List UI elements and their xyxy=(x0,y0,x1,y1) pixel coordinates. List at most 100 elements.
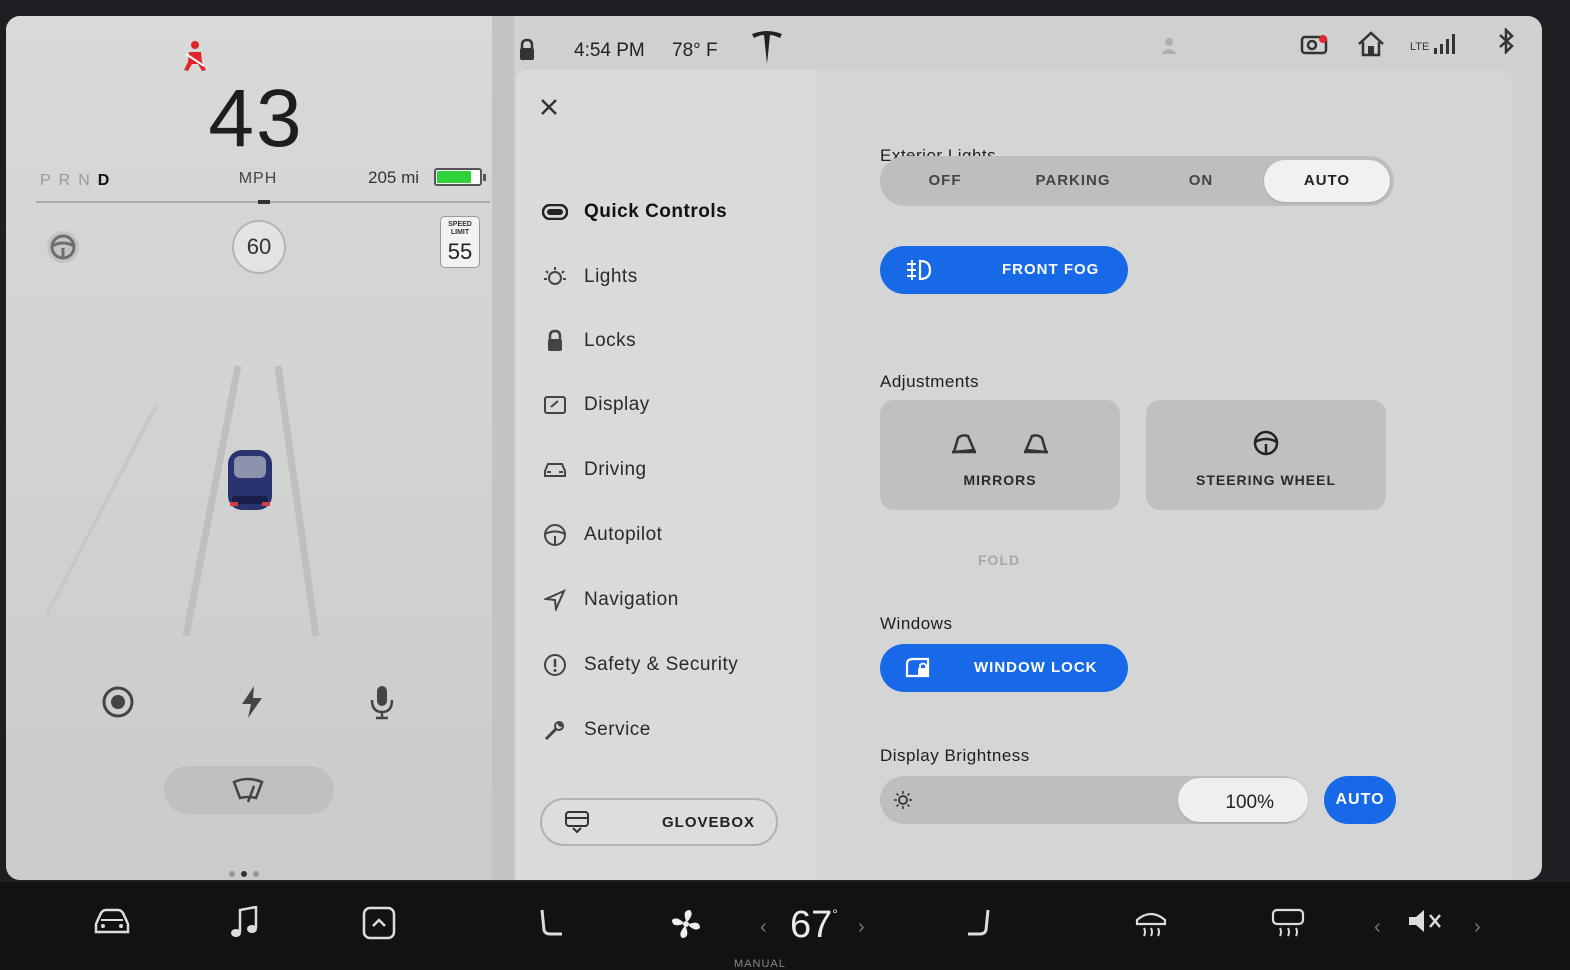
profile-icon xyxy=(1161,38,1177,54)
camera-lens-icon[interactable] xyxy=(98,682,138,722)
menu-item-navigation[interactable]: Navigation xyxy=(540,580,810,620)
fan-icon[interactable] xyxy=(668,906,704,942)
set-speed-indicator[interactable]: 60 xyxy=(232,220,286,274)
car-icon[interactable] xyxy=(92,906,132,938)
close-icon[interactable] xyxy=(538,96,560,118)
wiper-button[interactable] xyxy=(164,766,334,814)
mirrors-button[interactable]: MIRRORS xyxy=(880,400,1120,510)
steering-wheel-icon xyxy=(540,523,570,547)
climate-mode: MANUAL xyxy=(734,958,786,970)
menu-label: Safety & Security xyxy=(584,654,739,675)
menu-item-locks[interactable]: Locks xyxy=(540,321,810,361)
menu-label: Quick Controls xyxy=(584,201,728,222)
menu-label: Driving xyxy=(584,459,647,480)
settings-modal: Quick Controls Lights Locks Display Driv… xyxy=(516,70,1512,880)
battery-fill xyxy=(437,171,471,183)
driver-seat-heater-icon[interactable] xyxy=(534,906,568,942)
lights-option-on[interactable]: ON xyxy=(1136,160,1266,202)
fog-light-icon xyxy=(907,259,932,281)
driver-profile[interactable] xyxy=(1160,36,1178,58)
brightness-auto-button[interactable]: AUTO xyxy=(1324,776,1396,824)
app-launcher-icon[interactable] xyxy=(362,906,396,940)
car-icon xyxy=(540,458,570,482)
menu-item-autopilot[interactable]: Autopilot xyxy=(540,515,810,555)
passenger-seat-heater-icon[interactable] xyxy=(962,906,996,942)
mute-icon[interactable] xyxy=(1406,906,1446,936)
wrench-icon xyxy=(540,718,570,742)
volume-down-chevron-icon[interactable]: ‹ xyxy=(1374,916,1381,939)
temp-up-chevron-icon[interactable]: › xyxy=(858,916,865,939)
lights-option-off[interactable]: OFF xyxy=(880,160,1010,202)
fold-mirrors-button[interactable]: FOLD xyxy=(978,552,1020,568)
autopilot-steering-icon[interactable] xyxy=(46,230,80,264)
lock-icon[interactable] xyxy=(518,38,536,62)
clock: 4:54 PM xyxy=(574,40,645,61)
cabin-temp-value: 67 xyxy=(790,904,833,946)
lights-option-parking[interactable]: PARKING xyxy=(1008,160,1138,202)
glovebox-label: GLOVEBOX xyxy=(662,814,756,831)
speed-limit-sign: SPEED LIMIT 55 xyxy=(440,216,480,268)
microphone-icon[interactable] xyxy=(362,682,402,722)
menu-label: Locks xyxy=(584,330,637,351)
range-readout: 205 mi xyxy=(368,168,420,187)
music-note-icon[interactable] xyxy=(230,906,260,940)
glovebox-icon xyxy=(565,811,589,834)
glovebox-button[interactable]: GLOVEBOX xyxy=(540,798,778,846)
display-brightness-title: Display Brightness xyxy=(880,746,1030,765)
window-lock-label: WINDOW LOCK xyxy=(974,659,1098,676)
gear-n: N xyxy=(78,172,98,189)
front-fog-button[interactable]: FRONT FOG xyxy=(880,246,1128,294)
tesla-logo-icon[interactable] xyxy=(750,30,784,66)
speed-unit: MPH xyxy=(238,170,278,187)
gear-p: P xyxy=(40,172,59,189)
battery-indicator xyxy=(434,168,486,186)
gear-d: D xyxy=(97,172,118,189)
front-defrost-icon[interactable] xyxy=(1134,906,1168,940)
page-dot xyxy=(253,871,259,877)
display-icon xyxy=(540,393,570,417)
map-edge xyxy=(492,16,514,880)
homelink-icon[interactable] xyxy=(1356,30,1386,58)
temp-down-chevron-icon[interactable]: ‹ xyxy=(760,916,767,939)
menu-item-driving[interactable]: Driving xyxy=(540,450,810,490)
page-indicator xyxy=(226,864,262,880)
cabin-temperature[interactable]: 67° xyxy=(790,904,838,947)
page-dot-active xyxy=(241,871,247,877)
page-dot xyxy=(229,871,235,877)
menu-item-quick-controls[interactable]: Quick Controls xyxy=(540,192,810,232)
menu-label: Display xyxy=(584,394,650,415)
network-type: LTE xyxy=(1410,41,1430,53)
mirrors-label: MIRRORS xyxy=(963,472,1037,488)
current-speed: 43 xyxy=(208,73,304,164)
seatbelt-warning-icon xyxy=(184,41,206,71)
volume-up-chevron-icon[interactable]: › xyxy=(1474,916,1481,939)
dashcam-icon[interactable] xyxy=(1300,32,1330,56)
toggle-icon xyxy=(540,200,570,224)
speed-divider-mark xyxy=(258,200,270,204)
menu-item-service[interactable]: Service xyxy=(540,710,810,750)
sun-icon xyxy=(894,791,912,809)
rear-defrost-icon[interactable] xyxy=(1270,906,1306,940)
adjustments-title: Adjustments xyxy=(880,372,980,391)
vehicle-icon xyxy=(228,450,272,510)
brightness-slider[interactable]: 100% xyxy=(880,776,1308,824)
menu-item-lights[interactable]: Lights xyxy=(540,257,810,297)
brightness-value: 100% xyxy=(1225,792,1274,813)
alert-icon xyxy=(540,653,570,677)
menu-item-display[interactable]: Display xyxy=(540,385,810,425)
status-bar: 4:54 PM 78° F LTE xyxy=(506,16,1542,70)
navigation-icon xyxy=(540,588,570,612)
wiper-icon xyxy=(232,777,264,803)
charging-bolt-icon[interactable] xyxy=(232,682,272,722)
steering-wheel-button[interactable]: STEERING WHEEL xyxy=(1146,400,1386,510)
lights-option-auto[interactable]: AUTO xyxy=(1264,160,1390,202)
steering-wheel-icon xyxy=(1253,430,1279,456)
brightness-handle[interactable]: 100% xyxy=(1178,778,1308,822)
bulb-icon xyxy=(540,265,570,289)
window-lock-button[interactable]: WINDOW LOCK xyxy=(880,644,1128,692)
mirrors-icon xyxy=(952,434,1048,454)
gear-selector: PRND xyxy=(40,172,117,190)
speed-limit-label: SPEED LIMIT xyxy=(448,221,472,236)
bluetooth-icon[interactable] xyxy=(1496,28,1516,54)
menu-item-safety-security[interactable]: Safety & Security xyxy=(540,645,810,685)
